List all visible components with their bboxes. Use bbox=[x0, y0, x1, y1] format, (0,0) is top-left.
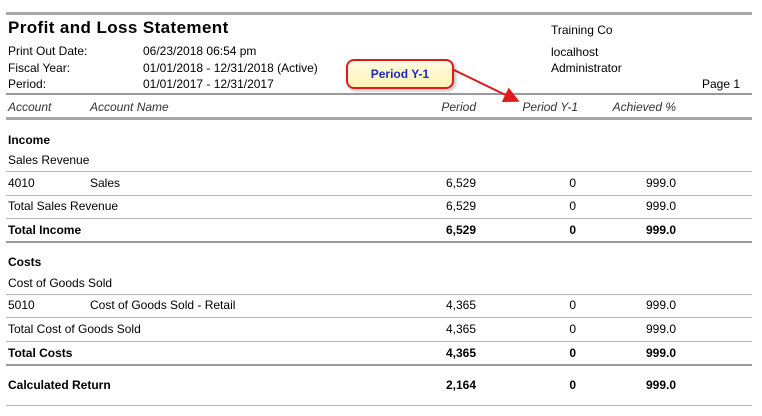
period-y1-callout: Period Y-1 bbox=[346, 59, 454, 89]
callout-label: Period Y-1 bbox=[370, 67, 430, 81]
